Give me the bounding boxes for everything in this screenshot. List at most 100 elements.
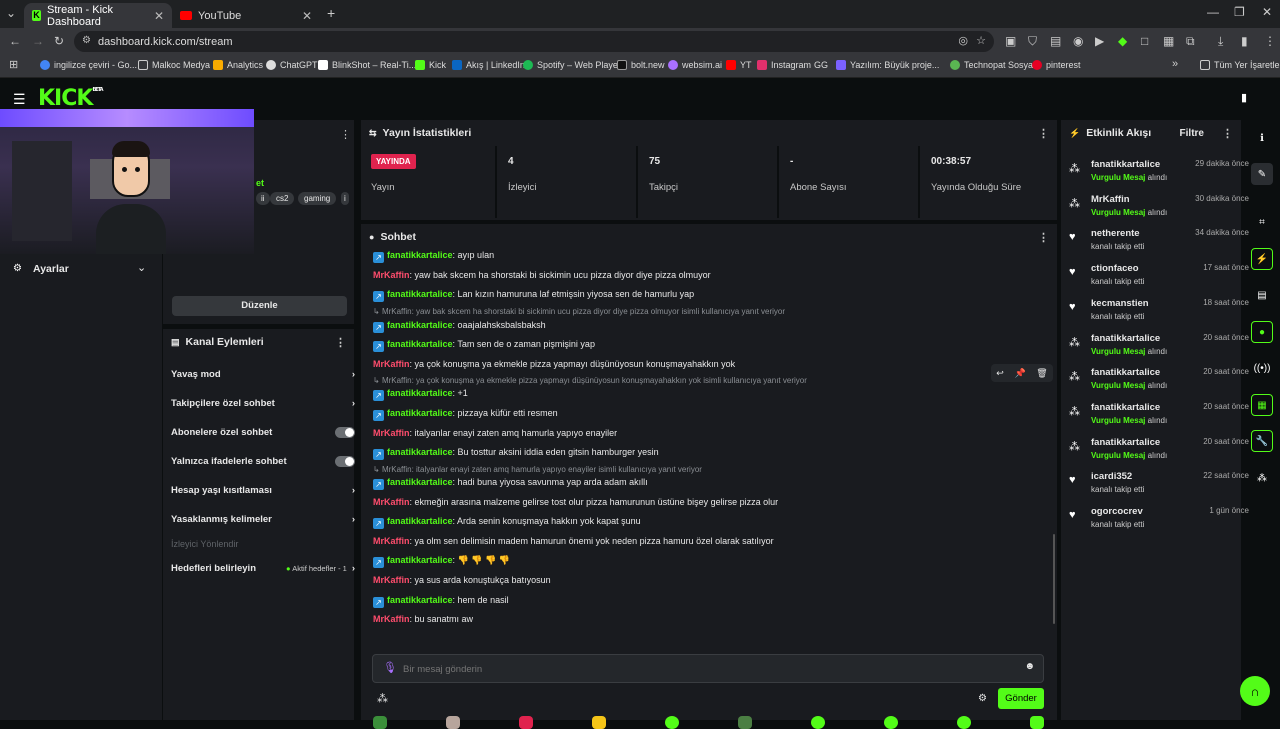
microphone-icon[interactable]: 🎙 [383, 661, 397, 674]
support-headset-icon[interactable]: ∩ [1240, 676, 1270, 706]
chat-username[interactable]: fanatikkartalice [387, 250, 453, 260]
extension-icon[interactable]: ◉ [1073, 34, 1083, 48]
activity-username[interactable]: fanatikkartalice [1091, 437, 1160, 448]
close-tab-icon[interactable]: ✕ [154, 9, 164, 23]
lightning-icon[interactable]: ⚡ [1251, 248, 1273, 270]
tab-youtube[interactable]: YouTube ✕ [172, 3, 320, 28]
bookmark[interactable]: Yazılım: Büyük proje... [836, 60, 939, 70]
profile-icon[interactable]: ▮ [1241, 34, 1248, 48]
chat-message[interactable]: MrKaffin: ya sus arda konuştukça batıyos… [373, 575, 551, 585]
activity-username[interactable]: ctionfaceo [1091, 263, 1139, 274]
pencil-icon[interactable]: ✎ [1251, 163, 1273, 185]
minimize-icon[interactable]: — [1207, 5, 1219, 19]
bookmark[interactable]: Analytics [213, 60, 263, 70]
extension-icon[interactable]: ◆ [1118, 34, 1127, 48]
reload-icon[interactable]: ↻ [54, 34, 64, 48]
emote-icon[interactable] [519, 716, 533, 729]
bookmark[interactable]: bolt.new [617, 60, 665, 70]
chat-username[interactable]: MrKaffin [373, 575, 410, 585]
chat-message[interactable]: ↗ fanatikkartalice: Arda senin konuşmaya … [373, 516, 641, 529]
activity-username[interactable]: fanatikkartalice [1091, 159, 1160, 170]
more-options-icon[interactable]: ⋮ [340, 128, 351, 141]
new-tab-icon[interactable]: + [327, 5, 335, 21]
activity-username[interactable]: icardi352 [1091, 471, 1132, 482]
apps-grid-icon[interactable]: ⊞ [9, 58, 18, 71]
activity-item[interactable]: ♥ kecmanstien kanalı takip etti 18 saat önc… [1069, 295, 1249, 329]
chat-username[interactable]: fanatikkartalice [387, 595, 453, 605]
chat-username[interactable]: MrKaffin [373, 536, 410, 546]
bookmark[interactable]: GG [814, 60, 828, 70]
tag-chip[interactable]: ii [256, 192, 270, 205]
followers-only-item[interactable]: Takipçilere özel sohbet › [171, 398, 355, 409]
bookmark[interactable]: websim.ai [668, 60, 722, 70]
window-close-icon[interactable]: ✕ [1262, 5, 1272, 19]
site-info-icon[interactable]: ⚙ [82, 35, 91, 46]
chat-username[interactable]: fanatikkartalice [387, 408, 453, 418]
bookmark[interactable]: Spotify – Web Player [523, 60, 621, 70]
activity-item[interactable]: ⁂ fanatikkartalice Vurgulu Mesaj alındı 20 … [1069, 434, 1249, 468]
bookmark-star-icon[interactable]: ☆ [976, 34, 986, 47]
wrench-icon[interactable]: 🔧 [1251, 430, 1273, 452]
eye-off-icon[interactable]: ◎ [958, 34, 968, 47]
subscribers-only-toggle[interactable] [335, 427, 355, 438]
gear-icon[interactable]: ⚙ [978, 693, 987, 704]
chat-message[interactable]: ↗ fanatikkartalice: ayıp ulan [373, 250, 494, 263]
emote-icon[interactable] [665, 716, 679, 729]
chat-scrollbar[interactable] [1053, 534, 1055, 624]
chat-username[interactable]: MrKaffin [373, 497, 410, 507]
bookmark[interactable]: Malkoc Medya [138, 60, 210, 70]
more-options-icon[interactable]: ⋮ [1222, 127, 1233, 140]
chat-message[interactable]: ↗ fanatikkartalice: 👎 👎 👎 👎 [373, 555, 510, 568]
chat-username[interactable]: fanatikkartalice [387, 516, 453, 526]
chat-username[interactable]: MrKaffin [373, 270, 410, 280]
chat-message[interactable]: MrKaffin: ya olm sen delimisin madem ham… [373, 536, 774, 546]
back-icon[interactable]: ← [9, 34, 21, 48]
emote-icon[interactable] [884, 716, 898, 729]
reply-icon[interactable]: ↩ [996, 368, 1004, 379]
activity-item[interactable]: ♥ ctionfaceo kanalı takip etti 17 saat önce [1069, 260, 1249, 294]
activity-item[interactable]: ⁂ fanatikkartalice Vurgulu Mesaj alındı 29 … [1069, 156, 1249, 190]
reply-context[interactable]: ↳ MrKaffin: ya çok konuşma ya ekmekle pi… [373, 376, 807, 385]
address-bar[interactable]: ⚙ dashboard.kick.com/stream ◎ ☆ [74, 31, 994, 52]
tag-chip[interactable]: i [341, 192, 349, 205]
activity-item[interactable]: ♥ ogorcocrev kanalı takip etti 1 gün önce [1069, 503, 1249, 537]
message-field[interactable] [403, 660, 993, 678]
more-menu-icon[interactable]: ⋮ [1264, 34, 1276, 48]
bookmark-icon[interactable]: ▮ [1241, 91, 1247, 104]
chat-message[interactable]: ↗ fanatikkartalice: oaajalahsksbalsbaksh [373, 320, 546, 333]
emote-icon[interactable] [811, 716, 825, 729]
activity-username[interactable]: kecmanstien [1091, 298, 1149, 309]
emote-icon[interactable] [373, 716, 387, 729]
extension-icon[interactable]: ▦ [1163, 34, 1174, 48]
emote-icon[interactable] [446, 716, 460, 729]
extension-icon[interactable]: ⛉ [1028, 34, 1037, 49]
kick-logo[interactable]: KICKBETA [38, 86, 104, 111]
chat-username[interactable]: fanatikkartalice [387, 289, 453, 299]
chat-message[interactable]: ↗ fanatikkartalice: hadi buna yiyosa savu… [373, 477, 648, 490]
chat-message[interactable]: MrKaffin: italyanlar enayi zaten amq ham… [373, 428, 617, 438]
filter-button[interactable]: Filtre [1180, 128, 1204, 139]
chat-username[interactable]: fanatikkartalice [387, 339, 453, 349]
emote-icon[interactable] [957, 716, 971, 729]
more-options-icon[interactable]: ⋮ [1038, 231, 1049, 244]
more-options-icon[interactable]: ⋮ [335, 336, 346, 349]
more-bookmarks-icon[interactable]: » [1172, 58, 1178, 70]
chat-message[interactable]: MrKaffin: bu sanatmı aw [373, 614, 473, 624]
info-icon[interactable]: ℹ [1251, 127, 1273, 149]
maximize-icon[interactable]: ❐ [1234, 5, 1245, 19]
chat-username[interactable]: fanatikkartalice [387, 555, 453, 565]
activity-username[interactable]: ogorcocrev [1091, 506, 1143, 517]
chat-message[interactable]: ↗ fanatikkartalice: Lan kızın hamuruna la… [373, 289, 694, 302]
activity-username[interactable]: fanatikkartalice [1091, 333, 1160, 344]
delete-icon[interactable]: 🗑 [1036, 368, 1047, 379]
tag-chip[interactable]: cs2 [270, 192, 295, 205]
edit-button[interactable]: Düzenle [172, 296, 347, 316]
activity-username[interactable]: fanatikkartalice [1091, 402, 1160, 413]
chat-message[interactable]: MrKaffin: ekmeğin arasına malzeme gelirs… [373, 497, 778, 507]
extension-icon[interactable]: □ [1141, 34, 1148, 48]
broadcast-icon[interactable]: ((•)) [1251, 357, 1273, 379]
activity-username[interactable]: netherente [1091, 228, 1140, 239]
dots-cluster-icon[interactable]: ⁂ [1251, 467, 1273, 489]
pin-icon[interactable]: 📌 [1014, 368, 1025, 379]
chat-message[interactable]: ↗ fanatikkartalice: Bu tosttur aksini idd… [373, 447, 659, 460]
